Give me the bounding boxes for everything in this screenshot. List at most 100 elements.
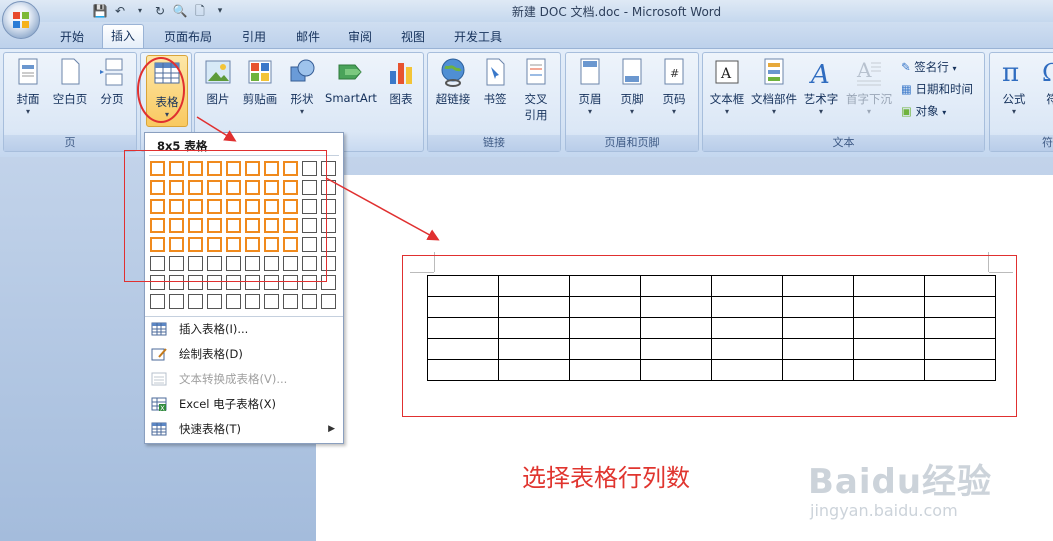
object-button[interactable]: ▣ 对象 ▾ xyxy=(901,103,946,119)
page-break-label: 分页 xyxy=(100,92,124,106)
cross-reference-button[interactable]: 交叉 引用 xyxy=(516,57,556,123)
grid-cell[interactable] xyxy=(302,294,317,309)
highlight-circle-table-button xyxy=(137,57,185,123)
header-button[interactable]: 页眉 ▾ xyxy=(570,57,610,117)
date-time-button[interactable]: ▦ 日期和时间 xyxy=(901,81,973,97)
ribbon-tabs: 开始 插入 页面布局 引用 邮件 审阅 视图 开发工具 xyxy=(0,22,1053,49)
smartart-button[interactable]: SmartArt xyxy=(323,57,379,105)
equation-label: 公式 xyxy=(1002,92,1026,106)
tab-page-layout[interactable]: 页面布局 xyxy=(156,26,220,48)
table-menu: 插入表格(I)... 绘制表格(D) 文本转换成表格(V)... X Excel 电子表… xyxy=(145,317,343,442)
svg-text:A: A xyxy=(809,60,830,87)
group-header-footer: 页眉 ▾ 页脚 ▾ # 页码 ▾ 页眉和页脚 xyxy=(565,52,699,152)
bookmark-button[interactable]: 书签 xyxy=(476,57,514,107)
text-to-table-icon xyxy=(151,371,167,387)
tab-home[interactable]: 开始 xyxy=(52,26,92,48)
grid-cell[interactable] xyxy=(245,294,260,309)
svg-text:#: # xyxy=(670,67,679,80)
chevron-down-icon: ▾ xyxy=(671,107,676,116)
equation-button[interactable]: π 公式 ▾ xyxy=(994,57,1034,117)
cover-page-label: 封面 xyxy=(16,92,40,106)
page-break-icon xyxy=(98,57,126,87)
chart-label: 图表 xyxy=(389,92,413,106)
clipart-button[interactable]: 剪贴画 xyxy=(239,57,281,107)
tab-review[interactable]: 审阅 xyxy=(338,26,382,48)
chevron-down-icon: ▾ xyxy=(299,107,304,116)
textbox-icon: A xyxy=(713,57,741,87)
group-label-pages: 页 xyxy=(4,135,136,151)
window-title: 新建 DOC 文档.doc - Microsoft Word xyxy=(511,5,722,19)
grid-cell[interactable] xyxy=(226,294,241,309)
drop-cap-icon: A xyxy=(855,57,883,87)
insert-table-menu-item[interactable]: 插入表格(I)... xyxy=(145,317,343,341)
textbox-button[interactable]: A 文本框 ▾ xyxy=(707,57,747,117)
menu-item-label: 快速表格(T) xyxy=(179,422,241,436)
svg-text:Ω: Ω xyxy=(1042,59,1053,87)
grid-cell[interactable] xyxy=(321,294,336,309)
object-icon: ▣ xyxy=(901,104,912,118)
wordart-label: 艺术字 xyxy=(803,92,839,106)
watermark-brand: Baidu经验 xyxy=(808,462,993,502)
group-text: A 文本框 ▾ 文档部件 ▾ A 艺术字 ▾ A 首字下沉 ▾ ✎ 签名行 ▾ ▦ 日期… xyxy=(702,52,985,152)
grid-cell[interactable] xyxy=(264,294,279,309)
chevron-down-icon: ▾ xyxy=(818,107,823,116)
tab-view[interactable]: 视图 xyxy=(391,26,435,48)
chart-button[interactable]: 图表 xyxy=(383,57,419,107)
group-links: 超链接 书签 交叉 引用 链接 xyxy=(427,52,561,152)
excel-spreadsheet-menu-item[interactable]: X Excel 电子表格(X) xyxy=(145,392,343,416)
page-number-icon: # xyxy=(660,57,688,87)
quick-tables-menu-item[interactable]: 快速表格(T) ▶ xyxy=(145,417,343,441)
signature-line-button[interactable]: ✎ 签名行 ▾ xyxy=(901,59,956,75)
tab-references[interactable]: 引用 xyxy=(232,26,276,48)
watermark-url: jingyan.baidu.com xyxy=(810,501,958,520)
shapes-label: 形状 xyxy=(290,92,314,106)
tab-insert[interactable]: 插入 xyxy=(102,24,144,49)
grid-cell[interactable] xyxy=(169,294,184,309)
drop-cap-button: A 首字下沉 ▾ xyxy=(843,57,895,117)
page-break-button[interactable]: 分页 xyxy=(94,57,130,107)
draw-table-menu-item[interactable]: 绘制表格(D) xyxy=(145,342,343,366)
svg-text:A: A xyxy=(856,58,872,82)
signature-icon: ✎ xyxy=(901,60,911,74)
office-logo-icon xyxy=(13,12,29,28)
grid-cell[interactable] xyxy=(150,294,165,309)
quick-parts-label: 文档部件 xyxy=(751,92,797,106)
blank-page-button[interactable]: 空白页 xyxy=(50,57,90,107)
omega-icon: Ω xyxy=(1042,57,1053,87)
symbol-button[interactable]: Ω 符 xyxy=(1040,57,1053,107)
grid-cell[interactable] xyxy=(188,294,203,309)
clipart-icon xyxy=(246,57,274,87)
office-button[interactable] xyxy=(2,1,40,39)
group-label-symbols: 符 xyxy=(990,135,1053,151)
footer-label: 页脚 xyxy=(620,92,644,106)
grid-cell[interactable] xyxy=(207,294,222,309)
picture-button[interactable]: 图片 xyxy=(201,57,235,107)
cover-page-button[interactable]: 封面 ▾ xyxy=(10,57,46,117)
cover-page-icon xyxy=(14,57,42,87)
grid-cell[interactable] xyxy=(283,294,298,309)
group-symbols: π 公式 ▾ Ω 符 符 xyxy=(989,52,1053,152)
bookmark-label: 书签 xyxy=(483,92,507,106)
annotation-caption: 选择表格行列数 xyxy=(522,464,690,492)
watermark: Baidu经验 jingyan.baidu.com xyxy=(808,454,992,520)
excel-icon: X xyxy=(151,396,167,413)
wordart-icon: A xyxy=(807,57,835,90)
tab-developer[interactable]: 开发工具 xyxy=(446,26,510,48)
picture-label: 图片 xyxy=(206,92,230,106)
menu-item-label: 文本转换成表格(V)... xyxy=(179,372,288,386)
text-to-table-menu-item: 文本转换成表格(V)... xyxy=(145,367,343,391)
quick-table-icon xyxy=(151,421,167,437)
hyperlink-button[interactable]: 超链接 xyxy=(432,57,474,107)
page-number-label: 页码 xyxy=(662,92,686,106)
clipart-label: 剪贴画 xyxy=(242,92,278,106)
cross-reference-icon xyxy=(522,57,550,87)
tab-mailings[interactable]: 邮件 xyxy=(286,26,330,48)
footer-button[interactable]: 页脚 ▾ xyxy=(612,57,652,117)
quick-parts-button[interactable]: 文档部件 ▾ xyxy=(749,57,799,117)
page-number-button[interactable]: # 页码 ▾ xyxy=(654,57,694,117)
chevron-down-icon: ▾ xyxy=(1011,107,1016,116)
svg-text:π: π xyxy=(1002,58,1019,87)
object-label: 对象 xyxy=(915,104,939,118)
wordart-button[interactable]: A 艺术字 ▾ xyxy=(801,57,841,117)
shapes-button[interactable]: 形状 ▾ xyxy=(285,57,319,117)
